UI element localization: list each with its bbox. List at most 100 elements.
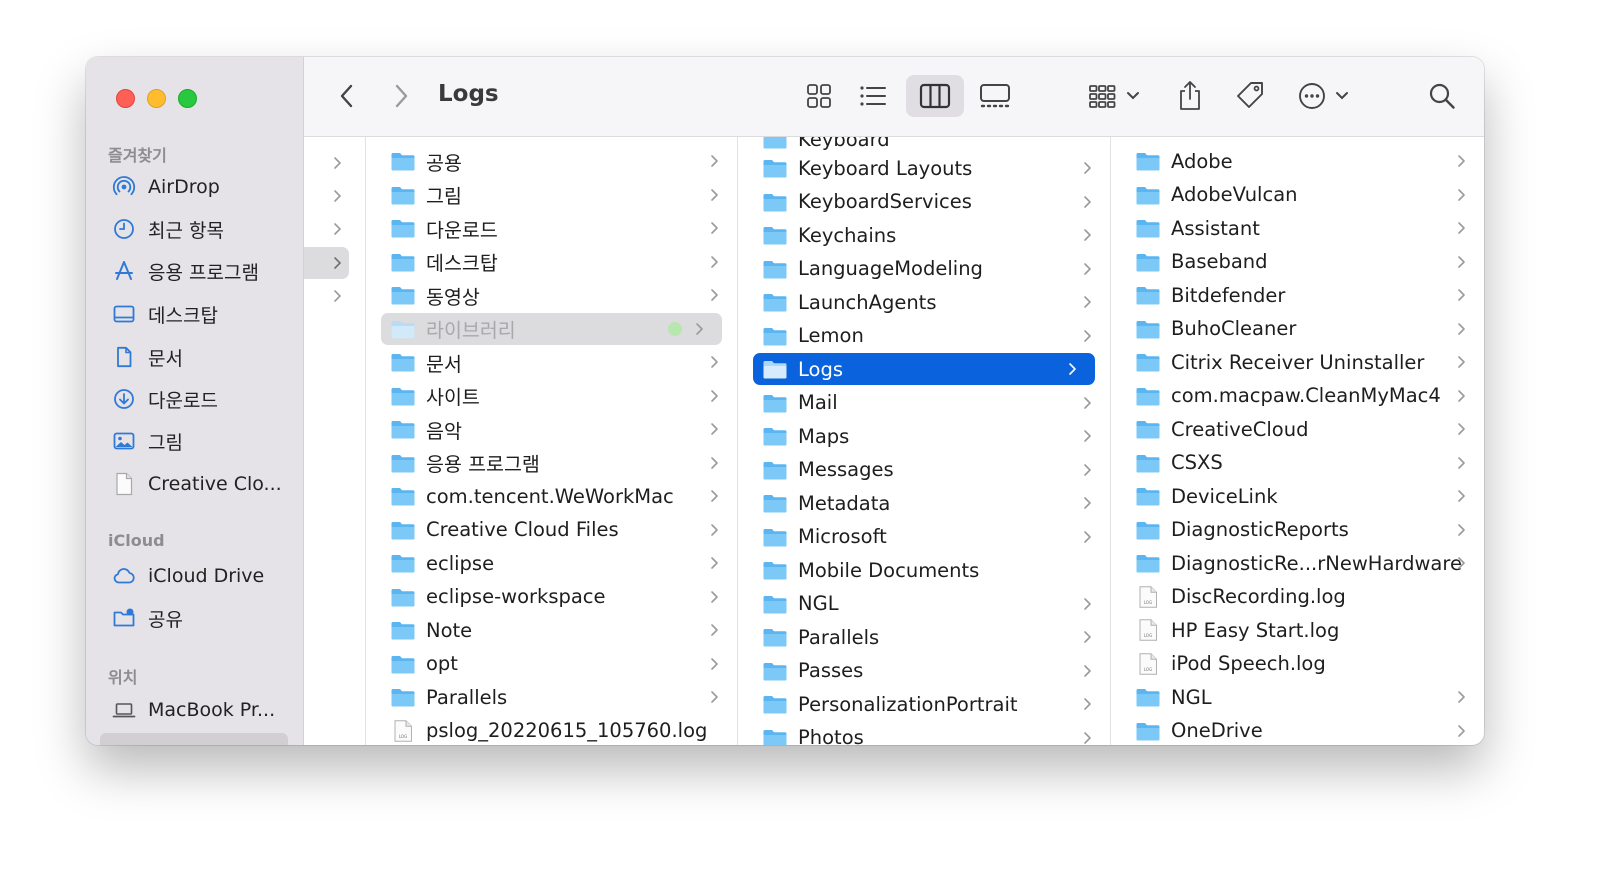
folder-icon [1136,287,1160,305]
list-item[interactable]: Messages [738,454,1110,486]
list-item[interactable]: Parallels [738,621,1110,653]
chevron-right-icon [1458,490,1465,502]
list-item[interactable]: com.macpaw.CleanMyMac4 [1111,380,1484,412]
list-item[interactable]: 공용 [366,145,737,177]
log-file-icon: LOG [1139,652,1157,675]
list-item-label: NGL [798,592,839,615]
list-item[interactable]: PersonalizationPortrait [738,688,1110,720]
list-item[interactable]: DeviceLink [1111,480,1484,512]
list-item[interactable]: NGL [738,588,1110,620]
list-item[interactable]: 라이브러리 [381,312,722,345]
sidebar-scrollbar[interactable] [100,733,288,745]
back-button[interactable] [332,75,362,117]
list-item[interactable]: 그림 [366,179,737,211]
sidebar-item-applications[interactable]: 응용 프로그램 [100,253,290,289]
list-item-label: LanguageModeling [798,257,983,280]
sidebar-item-recents[interactable]: 최근 항목 [100,211,290,247]
list-item[interactable]: AdobeVulcan [1111,179,1484,211]
sidebar-item-creative-cloud[interactable]: Creative Clo... [100,466,290,502]
list-item[interactable]: DiagnosticRe...rNewHardware [1111,547,1484,579]
list-item[interactable]: eclipse [366,547,737,579]
column-view-button[interactable] [906,75,964,117]
icon-view-button[interactable] [798,75,840,117]
list-item[interactable]: Parallels [366,681,737,713]
list-item[interactable]: LOG iPod Speech.log [1111,648,1484,680]
forward-button[interactable] [386,75,416,117]
share-button[interactable] [1170,75,1210,117]
list-item[interactable]: 문서 [366,346,737,378]
list-item-label: Assistant [1171,216,1260,240]
columns-icon [919,83,951,109]
list-item[interactable]: Mail [738,387,1110,419]
sidebar-item-desktop[interactable]: 데스크탑 [100,296,290,332]
list-item[interactable]: Photos [738,722,1110,745]
list-item[interactable]: NGL [1111,681,1484,713]
search-button[interactable] [1422,75,1462,117]
minimize-button[interactable] [147,89,166,108]
list-item[interactable]: OneDrive [1111,715,1484,746]
list-item[interactable]: KeyboardServices [738,186,1110,218]
icloud-section-label: iCloud [108,531,165,550]
sidebar-item-macbook[interactable]: MacBook Pr... [100,692,290,728]
list-item[interactable]: Baseband [1111,246,1484,278]
list-item-label: DiagnosticReports [1171,518,1349,541]
folder-icon [763,294,787,312]
list-item[interactable]: LOG DiscRecording.log [1111,581,1484,613]
list-item[interactable]: Creative Cloud Files [366,514,737,546]
chevron-right-icon [1084,162,1091,174]
list-item[interactable]: Passes [738,655,1110,687]
list-item[interactable]: Maps [738,420,1110,452]
list-item[interactable]: Bitdefender [1111,279,1484,311]
list-item[interactable]: 데스크탑 [366,246,737,278]
list-item[interactable]: eclipse-workspace [366,581,737,613]
list-item[interactable]: Adobe [1111,145,1484,177]
more-actions-button[interactable] [1294,75,1358,117]
sidebar-item-airdrop[interactable]: AirDrop [100,169,290,205]
list-item[interactable]: LOG HP Easy Start.log [1111,614,1484,646]
chevron-right-icon [1084,530,1091,543]
list-item[interactable]: LanguageModeling [738,253,1110,285]
list-item[interactable]: Microsoft [738,521,1110,553]
zoom-button[interactable] [178,89,197,108]
list-item[interactable]: 음악 [366,413,737,445]
list-item[interactable]: 동영상 [366,279,737,311]
list-item[interactable]: Metadata [738,487,1110,519]
list-item[interactable]: Mobile Documents [738,554,1110,586]
list-item[interactable]: 다운로드 [366,212,737,244]
chevron-right-icon [1458,389,1465,402]
list-item[interactable]: BuhoCleaner [1111,313,1484,345]
sidebar-item-documents[interactable]: 문서 [100,339,290,375]
gallery-view-button[interactable] [974,75,1016,117]
chevron-right-icon [334,157,342,169]
list-view-button[interactable] [852,75,894,117]
list-item[interactable]: CreativeCloud [1111,413,1484,445]
list-item[interactable]: DiagnosticReports [1111,514,1484,546]
folder-icon [391,521,415,539]
list-item[interactable]: 응용 프로그램 [366,447,737,479]
list-item[interactable]: com.tencent.WeWorkMac [366,480,737,512]
folder-icon [763,394,787,412]
sidebar-item-downloads[interactable]: 다운로드 [100,381,290,417]
sidebar-item-shared[interactable]: 공유 [100,600,290,636]
tag-button[interactable] [1228,75,1272,117]
sidebar-item-icloud-drive[interactable]: iCloud Drive [100,558,290,594]
list-item[interactable]: Lemon [738,320,1110,352]
list-item[interactable]: CSXS [1111,447,1484,479]
list-item[interactable]: opt [366,648,737,680]
list-item[interactable]: Keychains [738,219,1110,251]
group-menu-button[interactable] [1086,75,1146,117]
list-item[interactable]: Keyboard Layouts [738,152,1110,184]
list-item[interactable]: Note [366,614,737,646]
chevron-right-icon [1084,396,1091,409]
svg-text:LOG: LOG [399,734,407,739]
list-item[interactable]: Assistant [1111,212,1484,244]
close-button[interactable] [116,89,135,108]
sidebar-item-pictures[interactable]: 그림 [100,423,290,459]
share-icon [1177,80,1203,112]
list-item[interactable]: LaunchAgents [738,286,1110,318]
list-item[interactable]: 사이트 [366,380,737,412]
list-item[interactable]: Logs [753,353,1095,385]
sync-status-dot [668,321,682,336]
list-item[interactable]: LOG pslog_20220615_105760.log [366,715,737,746]
list-item[interactable]: Citrix Receiver Uninstaller [1111,346,1484,378]
